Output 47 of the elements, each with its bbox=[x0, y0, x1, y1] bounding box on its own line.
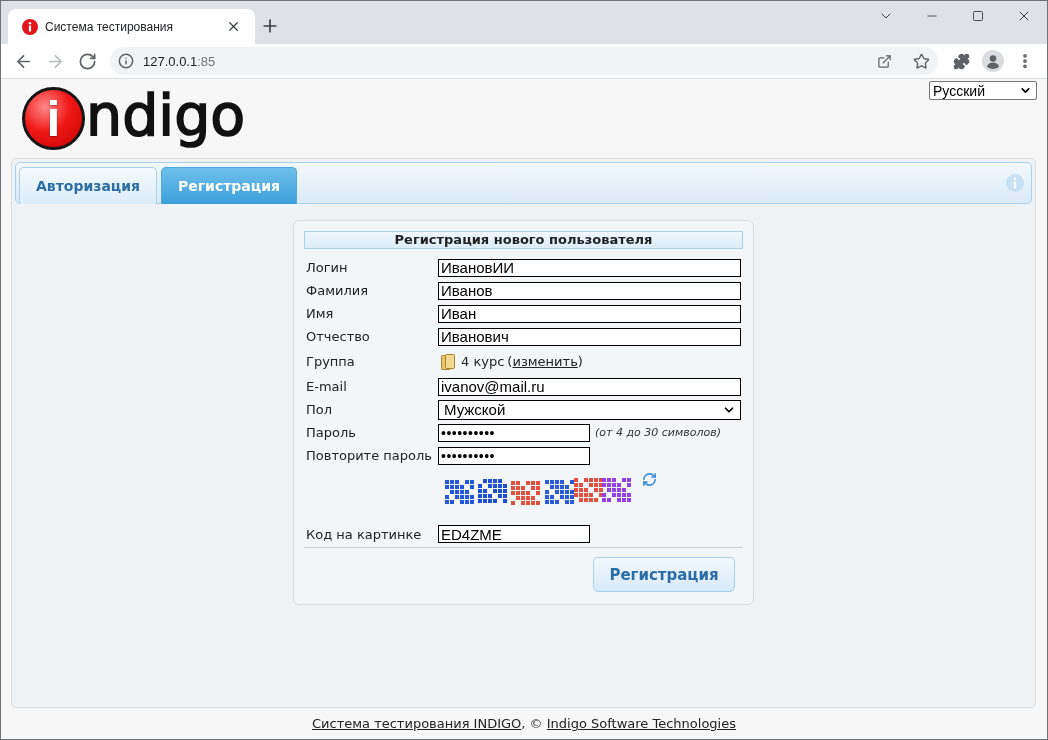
field-label: Логин bbox=[305, 260, 349, 275]
browser-tab[interactable]: Система тестирования bbox=[8, 9, 255, 44]
info-icon bbox=[22, 18, 38, 35]
extensions-icon[interactable] bbox=[952, 52, 970, 70]
password-hint: (от 4 до 30 символов) bbox=[595, 426, 721, 439]
reload-icon[interactable] bbox=[77, 51, 97, 71]
info-icon bbox=[1006, 174, 1024, 192]
register-button[interactable]: Регистрация bbox=[593, 557, 735, 592]
form-title: Регистрация нового пользователя bbox=[304, 231, 743, 249]
tab-title: Система тестирования bbox=[45, 19, 174, 34]
input-field[interactable]: Иванович bbox=[438, 327, 741, 346]
password-field[interactable]: •••••••••• bbox=[438, 423, 590, 442]
tab[interactable]: Авторизация bbox=[19, 167, 157, 204]
field-label: Пароль bbox=[305, 425, 357, 440]
change-group-text: (изменить) bbox=[507, 354, 583, 369]
field-label: Повторите пароль bbox=[305, 448, 433, 463]
password-field[interactable]: •••••••••• bbox=[438, 446, 590, 465]
select-field[interactable]: Мужской bbox=[438, 399, 741, 420]
language-select[interactable]: Русский bbox=[929, 81, 1037, 100]
maximize-icon[interactable] bbox=[972, 10, 984, 22]
star-icon[interactable] bbox=[912, 52, 930, 70]
footer-link[interactable]: Indigo Software Technologies bbox=[546, 716, 736, 731]
field-label: Фамилия bbox=[305, 283, 369, 298]
footer-text: Система тестирования INDIGO, © Indigo Software Technologies bbox=[312, 716, 736, 731]
logo-mark: i bbox=[22, 87, 85, 150]
info-icon[interactable] bbox=[118, 53, 134, 69]
input-field[interactable]: Иван bbox=[438, 304, 741, 323]
folder-icon bbox=[441, 353, 455, 370]
field-label: E-mail bbox=[305, 379, 348, 394]
input-field[interactable]: ivanov@mail.ru bbox=[438, 377, 741, 396]
field-label: Имя bbox=[305, 306, 335, 321]
field-label: Пол bbox=[305, 402, 334, 417]
refresh-icon[interactable] bbox=[642, 472, 657, 487]
input-field[interactable]: Иванов bbox=[438, 281, 741, 300]
address-bar[interactable]: 127.0.0.1:85 bbox=[110, 47, 938, 75]
code-input-field[interactable]: ED4ZME bbox=[438, 525, 590, 543]
close-icon[interactable] bbox=[226, 19, 241, 34]
input-field[interactable]: ИвановИИ bbox=[438, 258, 741, 277]
field-label: Группа bbox=[305, 354, 356, 369]
field-label: Отчество bbox=[305, 329, 371, 344]
profile-icon[interactable] bbox=[982, 50, 1004, 72]
url-text: 127.0.0.1:85 bbox=[143, 53, 217, 69]
group-value: 4 курс bbox=[461, 354, 505, 369]
change-link[interactable]: изменить bbox=[512, 354, 578, 369]
field-label: Код на картинке bbox=[305, 526, 423, 542]
footer-link[interactable]: Система тестирования INDIGO bbox=[312, 716, 522, 731]
share-icon[interactable] bbox=[876, 53, 892, 69]
